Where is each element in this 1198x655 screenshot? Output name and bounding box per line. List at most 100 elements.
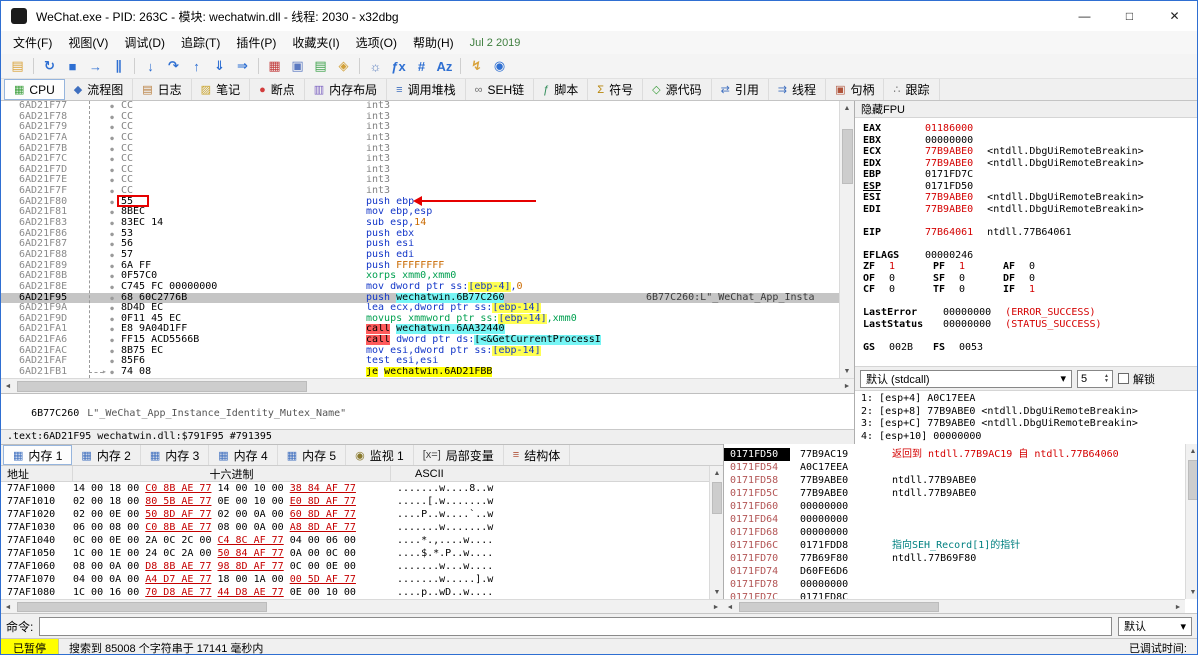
breakpoint-dot-icon[interactable]: ● — [103, 250, 121, 261]
dump-hscroll-thumb[interactable] — [17, 602, 267, 612]
breakpoint-dot-icon[interactable]: ● — [103, 314, 121, 325]
breakpoint-dot-icon[interactable]: ● — [103, 122, 121, 133]
disasm-row[interactable]: 6AD21F81 ● 8BEC mov ebp,esp — [1, 207, 839, 218]
menu-item-7[interactable]: 帮助(H) — [405, 32, 462, 53]
execute-till-return-icon[interactable]: ↑ — [185, 56, 208, 77]
disasm-row[interactable]: 6AD21F7A ● CC int3 — [1, 132, 839, 144]
menu-item-3[interactable]: 追踪(T) — [173, 32, 228, 53]
scroll-right-icon[interactable]: ► — [709, 600, 723, 614]
menu-item-6[interactable]: 选项(O) — [348, 32, 405, 53]
tab-cpu[interactable]: ▦ CPU — [4, 79, 65, 100]
advanced-icon[interactable]: ▦ — [263, 56, 286, 77]
tab-locals[interactable]: [x=] 局部变量 — [414, 445, 504, 465]
stack-row[interactable]: 0171FD68 00000000 — [724, 526, 1197, 539]
stack-row[interactable]: 0171FD50 77B9AC19 返回到 ntdll.77B9AC19 自 ntd… — [724, 448, 1197, 461]
register-row[interactable]: LastError 00000000 (ERROR_SUCCESS) — [863, 307, 1197, 319]
menu-item-5[interactable]: 收藏夹(I) — [284, 32, 347, 53]
menu-item-1[interactable]: 视图(V) — [60, 32, 116, 53]
argument-count-spinner[interactable]: 5 ▲ ▼ — [1077, 369, 1113, 388]
disasm-row[interactable]: 6AD21F9A ● 8D4D EC lea ecx,dword ptr ss:[eb… — [1, 303, 839, 314]
trace-over-icon[interactable]: ⇒ — [231, 56, 254, 77]
disasm-row[interactable]: 6AD21FA6 ● FF15 ACD5566B call dword ptr ds:… — [1, 334, 839, 346]
disasm-vertical-scrollbar[interactable]: ▲ ▼ — [839, 101, 854, 378]
breakpoint-dot-icon[interactable]: ● — [103, 356, 121, 367]
breakpoint-dot-icon[interactable]: ● — [103, 261, 121, 272]
close-icon[interactable]: ✕ — [1152, 1, 1197, 31]
register-row[interactable]: CF 0 TF 0 IF 1 — [863, 284, 1197, 296]
tab-dump-5[interactable]: ▦ 内存 5 — [278, 445, 347, 465]
open-file-icon[interactable]: ▤ — [6, 56, 29, 77]
stack-row[interactable]: 0171FD78 00000000 — [724, 578, 1197, 591]
disasm-row[interactable]: 6AD21F89 ● 6A FF push FFFFFFFF — [1, 260, 839, 272]
run-icon[interactable]: → — [84, 56, 107, 77]
pause-icon[interactable]: ∥ — [107, 56, 130, 77]
menu-item-0[interactable]: 文件(F) — [5, 32, 60, 53]
disasm-hscroll-thumb[interactable] — [17, 381, 307, 392]
dump-horizontal-scrollbar[interactable]: ◄ ► — [1, 599, 723, 613]
breakpoint-dot-icon[interactable]: ● — [103, 271, 121, 282]
breakpoint-dot-icon[interactable]: ● — [103, 165, 121, 176]
tab-watch-1[interactable]: ◉ 监视 1 — [346, 445, 414, 465]
dump-row[interactable]: 77AF1040 0C 00 0E 00 2A 0C 2C 00 C4 8C AF 7… — [1, 534, 709, 547]
scroll-right-icon[interactable]: ► — [1171, 600, 1185, 614]
breakpoint-dot-icon[interactable]: ● — [103, 324, 121, 335]
stop-icon[interactable]: ■ — [61, 56, 84, 77]
disasm-row[interactable]: 6AD21F9D ● 0F11 45 EC movups xmmword ptr ss… — [1, 313, 839, 325]
calculator-icon[interactable]: ƒx — [387, 56, 410, 77]
breakpoint-dot-icon[interactable]: ● — [103, 335, 121, 346]
dump-row[interactable]: 77AF1020 02 00 0E 00 50 8D AF 77 02 00 0A 0… — [1, 508, 709, 521]
disasm-row[interactable]: 6AD21F95 ● 68 60C2776B push wechatwin.6B77C… — [1, 292, 839, 304]
disasm-row[interactable]: 6AD21F7D ● CC int3 — [1, 164, 839, 176]
scroll-down-icon[interactable]: ▼ — [1186, 585, 1197, 599]
tab-script[interactable]: ƒ 脚本 — [534, 79, 589, 100]
tab-dump-1[interactable]: ▦ 内存 1 — [3, 445, 73, 465]
scroll-up-icon[interactable]: ▲ — [840, 101, 854, 115]
stack-row[interactable]: 0171FD60 00000000 — [724, 500, 1197, 513]
stack-row[interactable]: 0171FD54 A0C17EEA — [724, 461, 1197, 474]
stack-horizontal-scrollbar[interactable]: ◄ ► — [723, 599, 1185, 613]
dump-row[interactable]: 77AF1080 1C 00 16 00 70 D8 AE 77 44 D8 AE 7… — [1, 586, 709, 599]
tab-notes[interactable]: ▨ 笔记 — [192, 79, 251, 100]
command-script-select[interactable]: 默认 ▾ — [1118, 616, 1192, 636]
hash-icon[interactable]: # — [410, 56, 433, 77]
scroll-up-icon[interactable]: ▲ — [1186, 444, 1197, 458]
dump-view[interactable]: 地址 十六进制 ASCII 77AF1000 14 00 18 00 C0 8B A… — [1, 466, 709, 599]
tab-dump-4[interactable]: ▦ 内存 4 — [209, 445, 278, 465]
disasm-row[interactable]: 6AD21F87 ● 56 push esi — [1, 239, 839, 250]
stack-row[interactable]: 0171FD64 00000000 — [724, 513, 1197, 526]
scroll-left-icon[interactable]: ◄ — [723, 600, 737, 614]
disasm-row[interactable]: 6AD21FB1 ● 74 08 je wechatwin.6AD21FBB — [1, 366, 839, 378]
command-input[interactable] — [39, 616, 1112, 636]
disasm-row[interactable]: 6AD21F79 ● CC int3 — [1, 122, 839, 133]
disasm-row[interactable]: 6AD21F8B ● 0F57C0 xorps xmm0,xmm0 — [1, 271, 839, 282]
stack-row[interactable]: 0171FD74 D60FE6D6 — [724, 565, 1197, 578]
disasm-horizontal-scrollbar[interactable]: ◄ ► — [1, 378, 854, 393]
scroll-down-icon[interactable]: ▼ — [840, 364, 854, 378]
dump-row[interactable]: 77AF1010 02 00 18 00 80 5B AE 77 0E 00 10 0… — [1, 495, 709, 508]
settings-icon[interactable]: ☼ — [364, 56, 387, 77]
register-row[interactable]: EFLAGS 00000246 — [863, 250, 1197, 262]
disasm-row[interactable]: 6AD21FA1 ● E8 9A04D1FF call wechatwin.6AA32… — [1, 324, 839, 335]
register-row[interactable]: EIP 77B64061 ntdll.77B64061 — [863, 227, 1197, 239]
register-row[interactable]: EDX 77B9ABE0 <ntdll.DbgUiRemoteBreakin> — [863, 158, 1197, 170]
tab-memory-map[interactable]: ▥ 内存布局 — [305, 79, 388, 100]
dump-vscroll-thumb[interactable] — [712, 482, 722, 514]
disasm-row[interactable]: 6AD21F7E ● CC int3 — [1, 175, 839, 186]
argument-row[interactable]: 2: [esp+8] 77B9ABE0 <ntdll.DbgUiRemoteBr… — [861, 406, 1197, 419]
minimize-icon[interactable]: — — [1062, 1, 1107, 31]
tab-log[interactable]: ▤ 日志 — [133, 79, 192, 100]
disasm-row[interactable]: 6AD21F78 ● CC int3 — [1, 111, 839, 123]
attach-icon[interactable]: ↯ — [465, 56, 488, 77]
notes-icon[interactable]: ▤ — [309, 56, 332, 77]
stack-row[interactable]: 0171FD6C 0171FDD8 指向SEH_Record[1]的指针 — [724, 539, 1197, 552]
tab-dump-2[interactable]: ▦ 内存 2 — [72, 445, 141, 465]
breakpoint-dot-icon[interactable]: ● — [103, 239, 121, 250]
register-row[interactable]: ESP 0171FD50 — [863, 181, 1197, 193]
register-row[interactable]: ESI 77B9ABE0 <ntdll.DbgUiRemoteBreakin> — [863, 192, 1197, 204]
hide-fpu-button[interactable]: 隐藏FPU — [855, 101, 1197, 118]
register-row[interactable]: ECX 77B9ABE0 <ntdll.DbgUiRemoteBreakin> — [863, 146, 1197, 158]
register-row[interactable]: GS 002B FS 0053 — [863, 342, 1197, 354]
stack-row[interactable]: 0171FD58 77B9ABE0 ntdll.77B9ABE0 — [724, 474, 1197, 487]
spinner-arrows[interactable]: ▲ ▼ — [1104, 373, 1109, 384]
help-icon[interactable]: ◉ — [488, 56, 511, 77]
